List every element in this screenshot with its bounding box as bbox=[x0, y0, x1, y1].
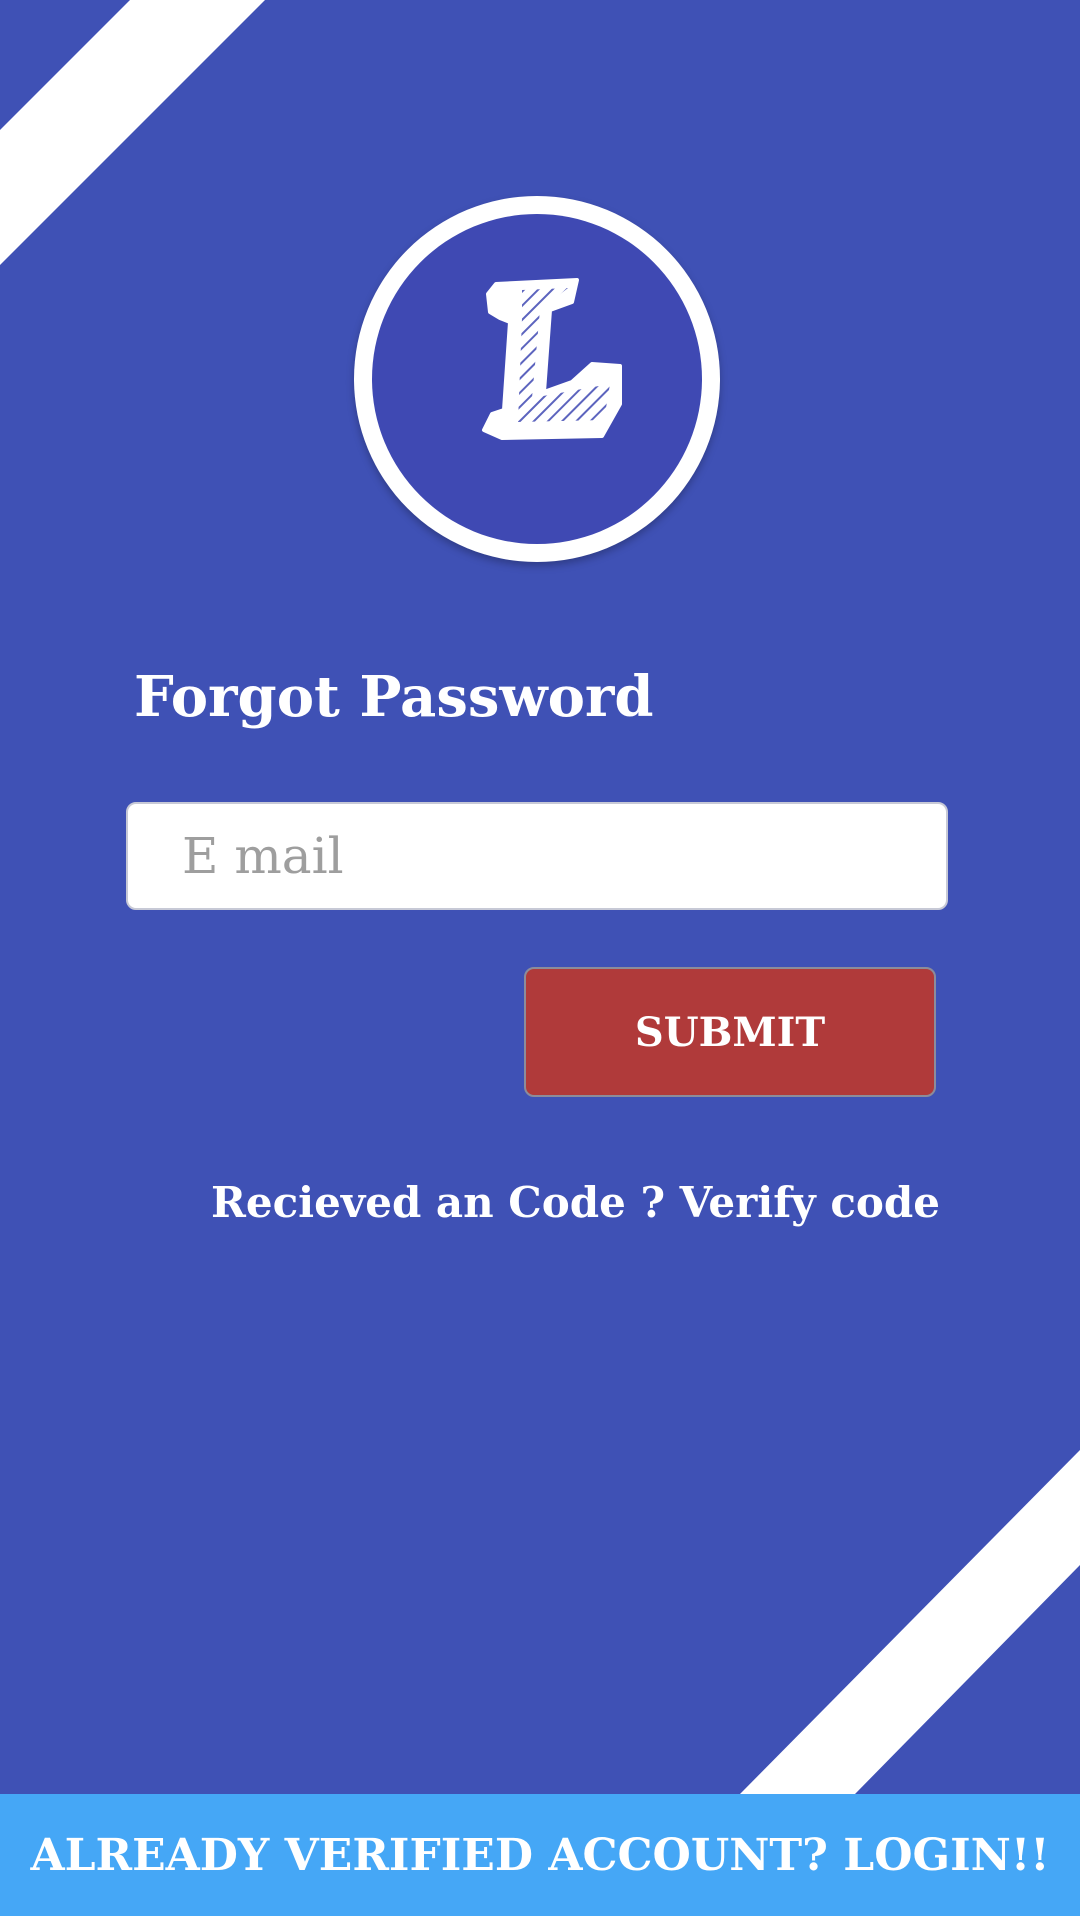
top-left-stripe bbox=[0, 0, 265, 265]
submit-button[interactable]: SUBMIT bbox=[524, 967, 936, 1097]
submit-button-label: SUBMIT bbox=[634, 1008, 826, 1056]
verify-code-link[interactable]: Recieved an Code ? Verify code bbox=[211, 1178, 940, 1227]
app-logo bbox=[354, 196, 720, 562]
bottom-right-stripe bbox=[740, 1450, 1080, 1794]
login-bar-button[interactable]: ALREADY VERIFIED ACCOUNT? LOGIN!! bbox=[0, 1794, 1080, 1916]
page-title: Forgot Password bbox=[134, 664, 654, 730]
login-bar-label: ALREADY VERIFIED ACCOUNT? LOGIN!! bbox=[30, 1829, 1050, 1881]
letter-l-logo-icon bbox=[482, 278, 622, 440]
email-input[interactable] bbox=[126, 802, 948, 910]
logo-inner-circle bbox=[372, 214, 702, 544]
